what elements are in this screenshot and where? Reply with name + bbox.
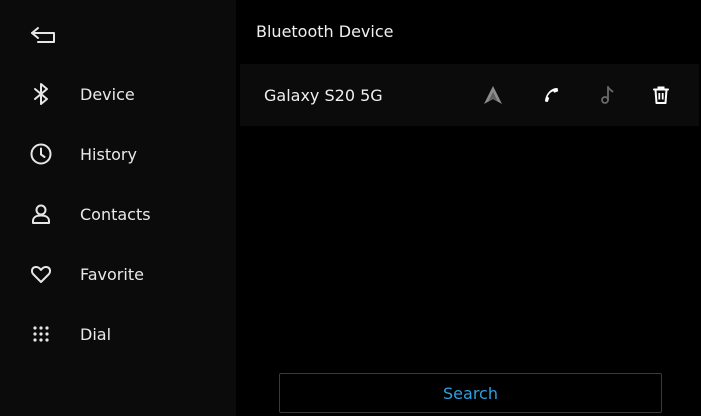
back-arrow-icon [31,27,55,43]
trash-icon[interactable] [648,82,674,108]
sidebar-item-label: Device [80,84,135,104]
sidebar-item-history[interactable]: History [0,128,236,180]
phone-icon[interactable] [538,82,564,108]
heart-icon [28,261,54,287]
search-button-label: Search [443,383,498,403]
sidebar: Device History Contacts Favorite Dial [0,0,236,416]
sidebar-item-label: Dial [80,324,112,344]
back-button[interactable] [28,20,64,50]
bluetooth-icon [28,81,54,107]
sidebar-item-contacts[interactable]: Contacts [0,188,236,240]
page-title: Bluetooth Device [256,22,394,41]
search-button[interactable]: Search [279,373,662,413]
bluetooth-settings-screen: Device History Contacts Favorite Dial Bl… [0,0,701,416]
music-note-icon[interactable] [594,82,620,108]
person-icon [28,201,54,227]
android-auto-icon[interactable] [480,82,506,108]
sidebar-item-label: Favorite [80,264,144,284]
device-list-item[interactable]: Galaxy S20 5G [240,64,699,126]
sidebar-item-label: Contacts [80,204,151,224]
device-name: Galaxy S20 5G [264,86,383,105]
sidebar-item-device[interactable]: Device [0,68,236,120]
clock-icon [28,141,54,167]
sidebar-item-label: History [80,144,137,164]
sidebar-item-favorite[interactable]: Favorite [0,248,236,300]
sidebar-item-dial[interactable]: Dial [0,308,236,360]
dialpad-icon [28,321,54,347]
